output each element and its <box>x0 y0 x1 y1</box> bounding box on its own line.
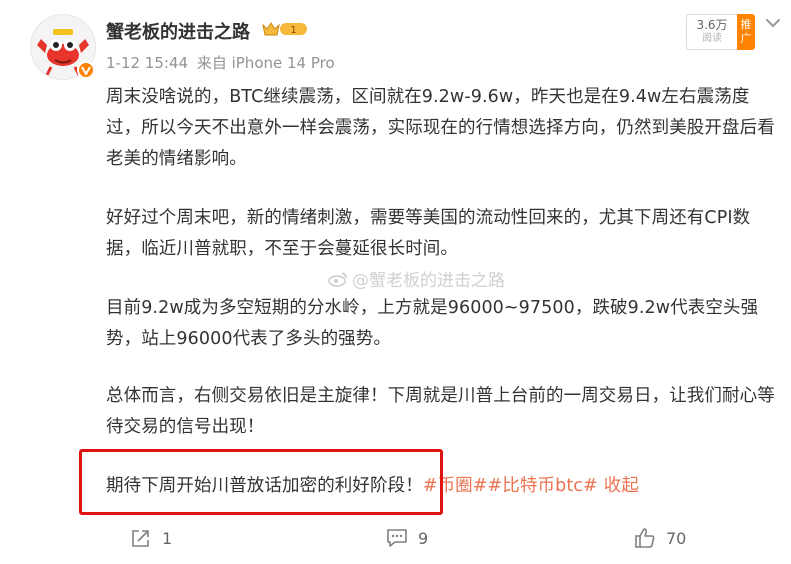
promote-button[interactable]: 推广 <box>737 14 755 50</box>
post-paragraph-1: 周末没啥说的，BTC继续震荡，区间就在9.2w-9.6w，昨天也是在9.4w左右… <box>106 87 775 169</box>
hashtag-link[interactable]: #比特币btc# <box>488 476 598 496</box>
comment-icon <box>387 529 407 547</box>
post-timestamp[interactable]: 1-12 15:44 <box>106 54 188 72</box>
share-icon <box>132 530 149 547</box>
verified-badge-icon <box>77 61 95 79</box>
watermark-text: @蟹老板的进击之路 <box>352 271 505 291</box>
post-source: 来自 iPhone 14 Pro <box>196 54 335 72</box>
username[interactable]: 蟹老板的进击之路 <box>106 18 250 44</box>
read-count-box: 3.6万 阅读 <box>686 14 737 50</box>
share-button[interactable]: 1 <box>130 522 172 554</box>
read-count: 3.6万 <box>696 18 728 32</box>
watermark: @蟹老板的进击之路 <box>328 266 505 291</box>
comment-button[interactable]: 9 <box>386 522 428 554</box>
post-paragraph-4: 总体而言，右侧交易依旧是主旋律！下周就是川普上台前的一周交易日，让我们耐心等待交… <box>106 386 775 437</box>
comment-count: 9 <box>418 528 429 548</box>
action-bar: 1 9 70 <box>0 522 791 564</box>
chevron-down-icon <box>766 19 780 28</box>
post-meta: 1-12 15:44 来自 iPhone 14 Pro <box>106 52 335 73</box>
post-paragraph-3: 目前9.2w成为多空短期的分水岭，上方就是96000~97500，跌破9.2w代… <box>106 298 759 349</box>
weibo-logo-icon <box>328 271 347 287</box>
post-paragraph-2: 好好过个周末吧，新的情绪刺激，需要等美国的流动性回来的，尤其下周还有CPI数据，… <box>106 208 751 259</box>
like-button[interactable]: 70 <box>634 522 686 554</box>
vip-crown-badge[interactable]: 1 <box>262 21 308 41</box>
read-label: 阅读 <box>702 33 722 44</box>
collapse-link[interactable]: 收起 <box>604 476 639 496</box>
crown-icon: 1 <box>262 22 307 36</box>
like-count: 70 <box>666 528 687 548</box>
more-options-button[interactable] <box>764 14 782 36</box>
highlight-annotation-box <box>79 449 443 515</box>
vip-level: 1 <box>290 25 296 36</box>
thumbs-up-icon <box>635 528 655 548</box>
share-count: 1 <box>162 528 173 548</box>
